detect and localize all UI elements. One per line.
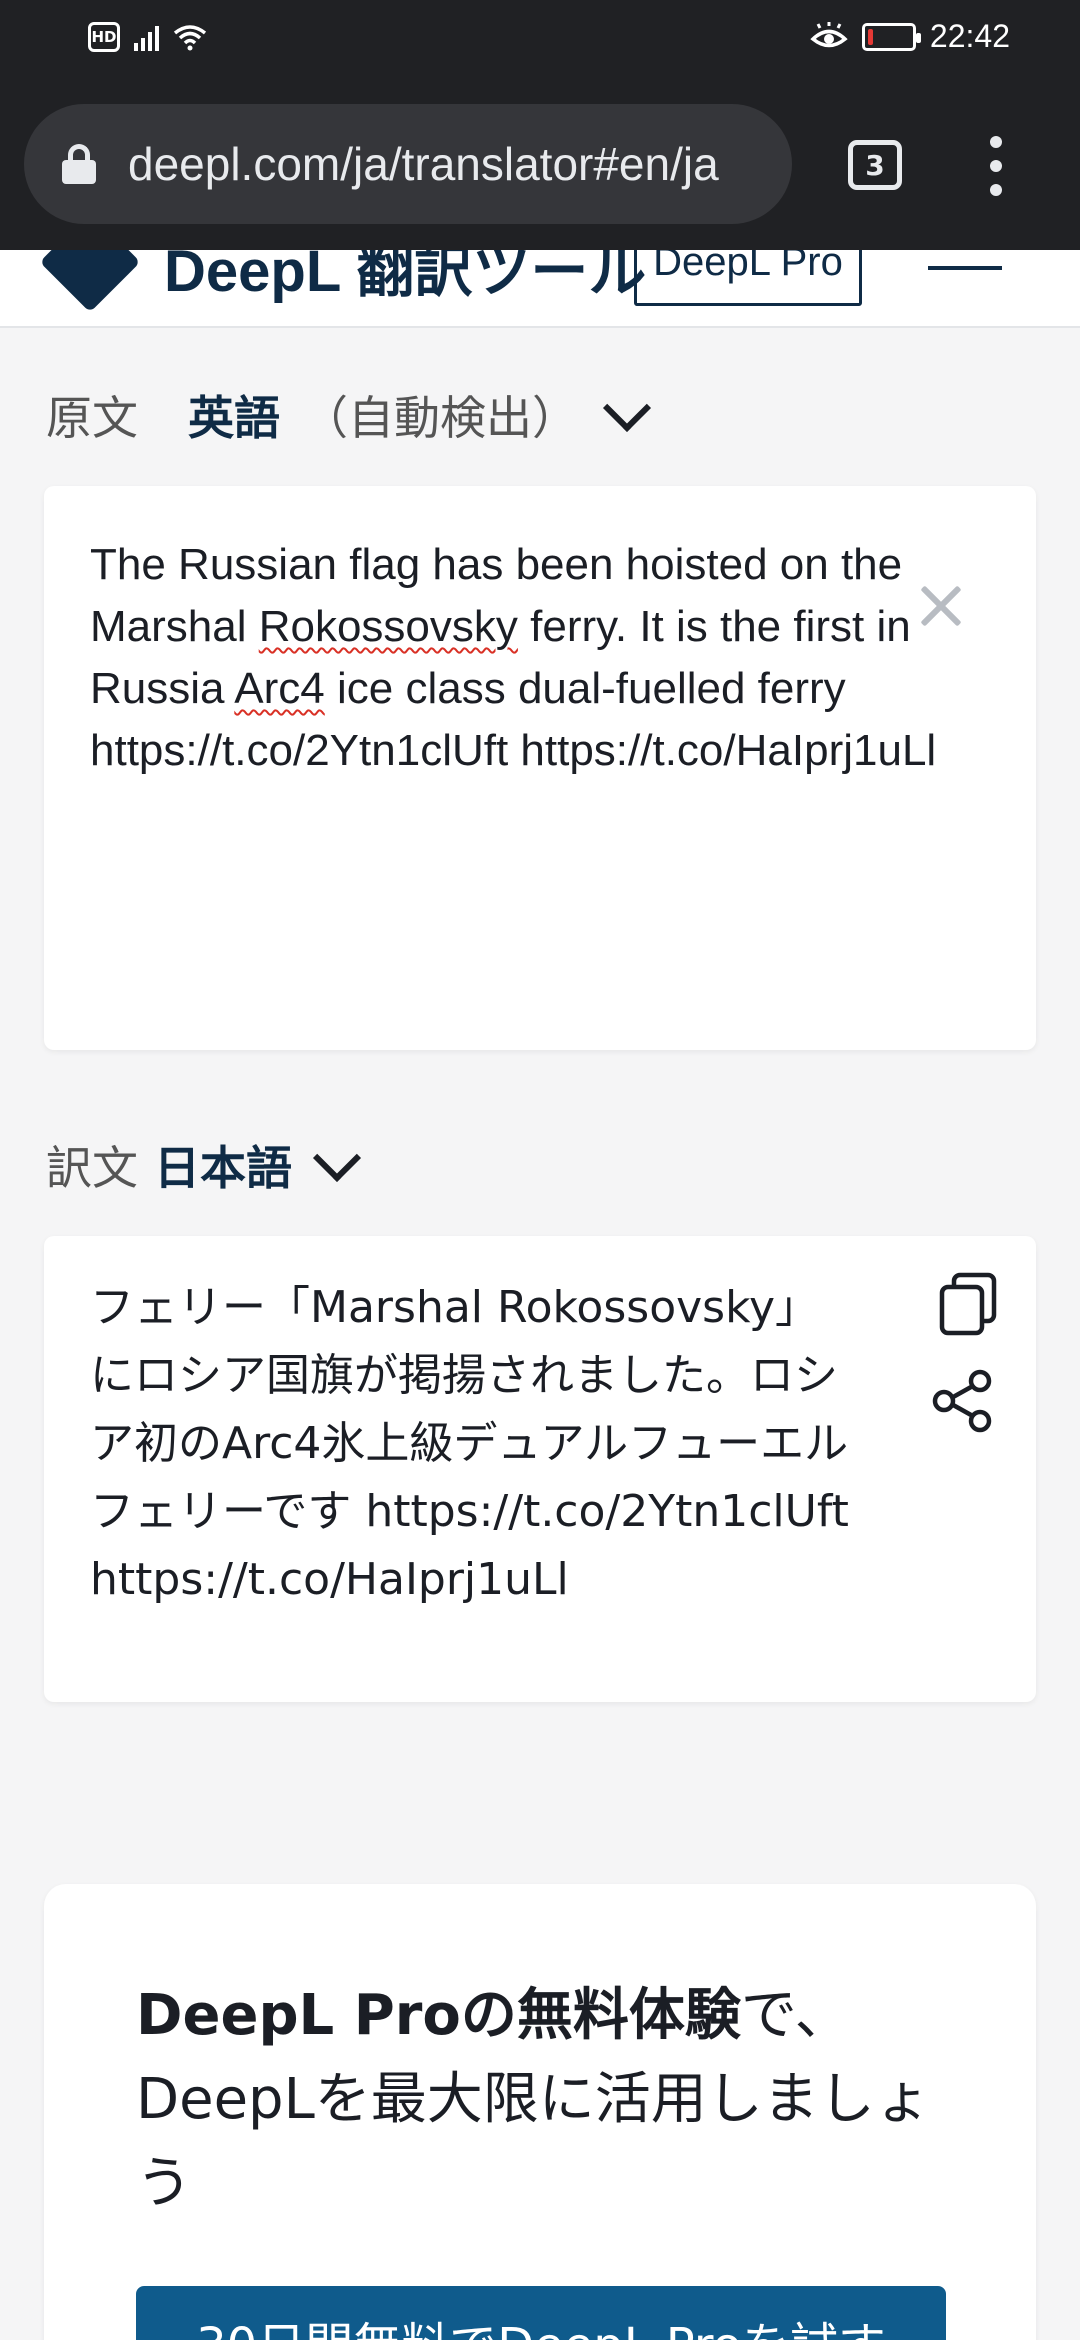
source-language-selector[interactable]: 原文 英語 （自動検出） xyxy=(46,382,652,448)
clear-text-icon[interactable] xyxy=(914,578,970,634)
battery-icon xyxy=(861,22,921,51)
deepl-logo-icon[interactable] xyxy=(39,250,141,313)
promo-headline: DeepL Proの無料体験で、DeepLを最大限に活用しましょう xyxy=(136,1983,931,2216)
chevron-down-icon[interactable] xyxy=(602,383,652,433)
lock-icon[interactable] xyxy=(62,144,96,184)
source-textarea[interactable]: The Russian flag has been hoisted on the… xyxy=(90,534,980,782)
copy-icon[interactable] xyxy=(938,1272,998,1336)
signal-icon xyxy=(134,23,159,51)
battery-level xyxy=(867,28,873,45)
source-label: 原文 xyxy=(46,391,138,445)
hamburger-menu-icon[interactable] xyxy=(928,266,1002,270)
free-trial-button[interactable]: 30日間無料でDeepL Proを試す xyxy=(136,2286,946,2340)
translation-text: フェリー「Marshal Rokossovsky」にロシア国旗が掲揚されました。… xyxy=(90,1282,863,1605)
pro-promo-card: DeepL Proの無料体験で、DeepLを最大限に活用しましょう 30日間無料… xyxy=(44,1884,1036,2340)
spellcheck-word[interactable]: Arc4 xyxy=(234,664,324,713)
site-header: DeepL 翻訳ツール DeepL Pro xyxy=(0,250,1080,328)
brand-title[interactable]: DeepL 翻訳ツール xyxy=(164,250,646,308)
status-right: 22:42 xyxy=(810,18,1010,55)
wifi-icon xyxy=(173,25,207,51)
clock: 22:42 xyxy=(929,18,1010,54)
target-language-selector[interactable]: 訳文 日本語 xyxy=(46,1132,362,1198)
eye-comfort-icon xyxy=(810,21,848,47)
status-left: HD xyxy=(88,22,207,52)
target-language[interactable]: 日本語 xyxy=(154,1132,292,1198)
source-text-panel[interactable]: The Russian flag has been hoisted on the… xyxy=(44,486,1036,1050)
tab-switcher-button[interactable]: 3 xyxy=(848,140,902,190)
url-text[interactable]: deepl.com/ja/translator#en/ja xyxy=(128,137,719,191)
target-label: 訳文 xyxy=(46,1141,138,1195)
share-icon[interactable] xyxy=(930,1368,996,1434)
hd-icon: HD xyxy=(88,22,120,52)
browser-toolbar: deepl.com/ja/translator#en/ja 3 xyxy=(0,84,1080,250)
spellcheck-word[interactable]: Rokossovsky xyxy=(259,602,518,651)
address-bar[interactable]: deepl.com/ja/translator#en/ja xyxy=(24,104,792,224)
source-language[interactable]: 英語 xyxy=(188,382,280,448)
chevron-down-icon[interactable] xyxy=(312,1133,362,1183)
status-bar: HD 22:42 xyxy=(0,0,1080,84)
auto-detect-note: （自動検出） xyxy=(302,391,578,445)
deepl-pro-button[interactable]: DeepL Pro xyxy=(634,250,862,306)
translation-panel: フェリー「Marshal Rokossovsky」にロシア国旗が掲揚されました。… xyxy=(44,1236,1036,1702)
browser-menu-icon[interactable] xyxy=(984,136,1008,196)
